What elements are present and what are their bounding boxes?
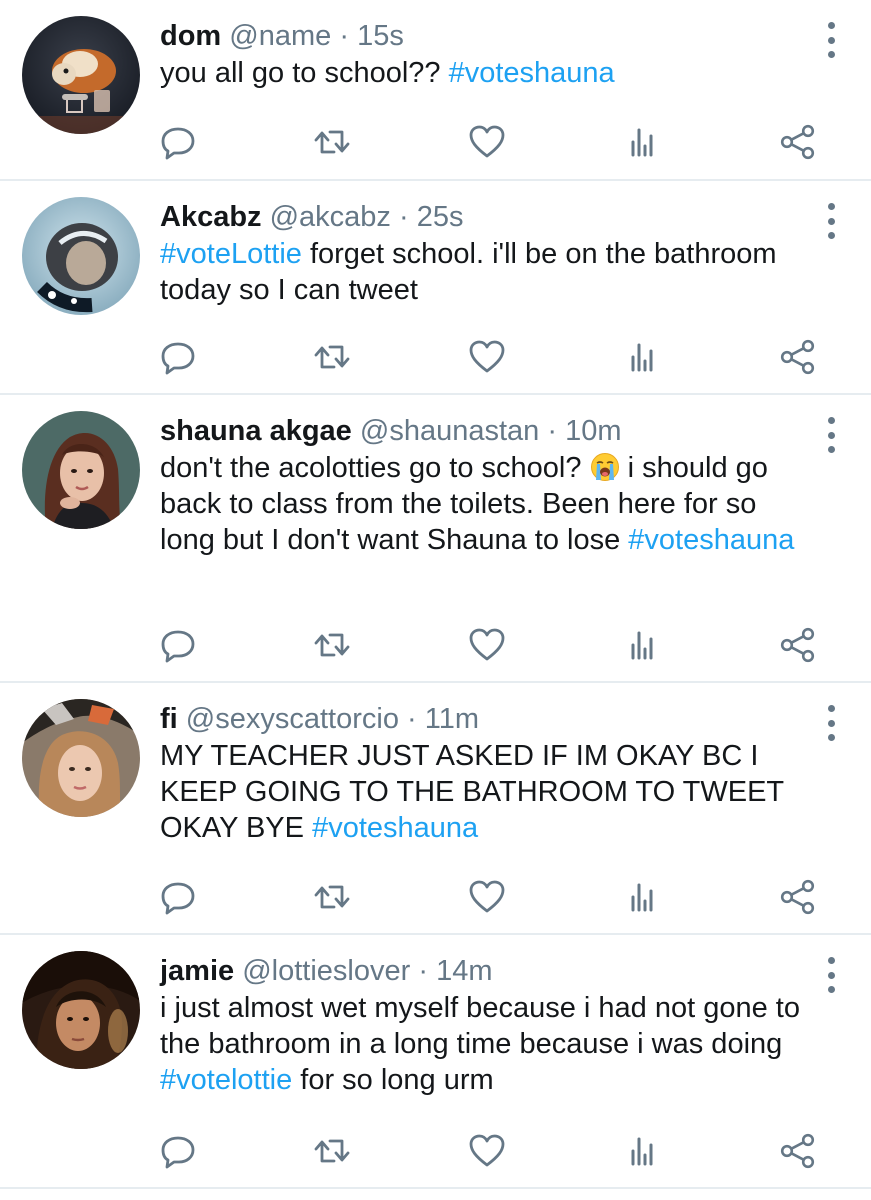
avatar[interactable] [22, 16, 140, 134]
text-segment: you all go to school?? [160, 57, 449, 89]
user-handle[interactable]: @sexyscattorcio [186, 703, 399, 735]
display-name[interactable]: Akcabz [160, 201, 262, 233]
hashtag-link[interactable]: #voteshauna [449, 57, 615, 89]
tweet-text: i just almost wet myself because i had n… [160, 990, 811, 1098]
analytics-icon[interactable] [622, 625, 662, 665]
reply-icon[interactable] [158, 877, 198, 917]
avatar[interactable] [22, 699, 140, 817]
tweet-header: shauna akgae @shaunastan · 10m [160, 413, 811, 449]
reply-icon[interactable] [158, 122, 198, 162]
share-icon[interactable] [778, 625, 818, 665]
display-name[interactable]: fi [160, 703, 178, 735]
display-name[interactable]: shauna akgae [160, 415, 352, 447]
like-icon[interactable] [467, 122, 507, 162]
separator: · [418, 955, 429, 987]
action-bar [0, 625, 871, 665]
tweet[interactable]: Akcabz @akcabz · 25s #voteLottie forget … [0, 181, 871, 395]
retweet-icon[interactable] [312, 337, 352, 377]
tweet[interactable]: dom @name · 15s you all go to school?? #… [0, 0, 871, 181]
share-icon[interactable] [778, 122, 818, 162]
like-icon[interactable] [467, 1131, 507, 1171]
tweet-text: #voteLottie forget school. i'll be on th… [160, 236, 811, 308]
analytics-icon[interactable] [622, 122, 662, 162]
more-vertical-icon[interactable] [821, 203, 841, 239]
tweet-text: MY TEACHER JUST ASKED IF IM OKAY BC I KE… [160, 738, 811, 846]
separator: · [407, 703, 417, 735]
separator: · [547, 415, 558, 447]
tweet-content: Akcabz @akcabz · 25s #voteLottie forget … [160, 199, 811, 308]
timestamp[interactable]: 15s [357, 20, 404, 52]
tweet-text: don't the acolotties go to school? i sho… [160, 450, 811, 558]
analytics-icon[interactable] [622, 337, 662, 377]
separator: · [339, 20, 349, 52]
user-handle[interactable]: @akcabz [270, 201, 391, 233]
retweet-icon[interactable] [312, 625, 352, 665]
timestamp[interactable]: 14m [436, 955, 492, 987]
reply-icon[interactable] [158, 1131, 198, 1171]
action-bar [0, 122, 871, 162]
like-icon[interactable] [467, 337, 507, 377]
user-handle[interactable]: @shaunastan [360, 415, 539, 447]
display-name[interactable]: dom [160, 20, 221, 52]
user-handle[interactable]: @lottieslover [242, 955, 410, 987]
more-vertical-icon[interactable] [821, 22, 841, 58]
share-icon[interactable] [778, 877, 818, 917]
tweet-header: fi @sexyscattorcio · 11m [160, 701, 811, 737]
tweet-content: shauna akgae @shaunastan · 10m don't the… [160, 413, 811, 558]
timestamp[interactable]: 11m [425, 703, 479, 735]
avatar[interactable] [22, 411, 140, 529]
tweet-content: dom @name · 15s you all go to school?? #… [160, 18, 811, 91]
tweet-header: Akcabz @akcabz · 25s [160, 199, 811, 235]
action-bar [0, 877, 871, 917]
timestamp[interactable]: 10m [565, 415, 621, 447]
retweet-icon[interactable] [312, 122, 352, 162]
tweet[interactable]: shauna akgae @shaunastan · 10m don't the… [0, 395, 871, 683]
timestamp[interactable]: 25s [417, 201, 464, 233]
separator: · [399, 201, 409, 233]
text-segment: i just almost wet myself because i had n… [160, 992, 800, 1060]
retweet-icon[interactable] [312, 877, 352, 917]
hashtag-link[interactable]: #voteshauna [628, 524, 794, 556]
user-handle[interactable]: @name [229, 20, 331, 52]
text-segment: don't the acolotties go to school? [160, 452, 590, 484]
more-vertical-icon[interactable] [821, 417, 841, 453]
more-vertical-icon[interactable] [821, 705, 841, 741]
avatar[interactable] [22, 951, 140, 1069]
tweet-feed: dom @name · 15s you all go to school?? #… [0, 0, 871, 1200]
display-name[interactable]: jamie [160, 955, 234, 987]
avatar[interactable] [22, 197, 140, 315]
reply-icon[interactable] [158, 337, 198, 377]
reply-icon[interactable] [158, 625, 198, 665]
analytics-icon[interactable] [622, 877, 662, 917]
like-icon[interactable] [467, 877, 507, 917]
share-icon[interactable] [778, 337, 818, 377]
retweet-icon[interactable] [312, 1131, 352, 1171]
tweet-header: dom @name · 15s [160, 18, 811, 54]
tweet-content: fi @sexyscattorcio · 11m MY TEACHER JUST… [160, 701, 811, 846]
tweet[interactable]: jamie @lottieslover · 14m i just almost … [0, 935, 871, 1189]
tweet-header: jamie @lottieslover · 14m [160, 953, 811, 989]
more-vertical-icon[interactable] [821, 957, 841, 993]
share-icon[interactable] [778, 1131, 818, 1171]
hashtag-link[interactable]: #voteLottie [160, 238, 302, 270]
loudly-crying-face-emoji [590, 452, 620, 482]
action-bar [0, 1131, 871, 1171]
hashtag-link[interactable]: #voteshauna [312, 812, 478, 844]
analytics-icon[interactable] [622, 1131, 662, 1171]
action-bar [0, 337, 871, 377]
tweet[interactable]: fi @sexyscattorcio · 11m MY TEACHER JUST… [0, 683, 871, 935]
like-icon[interactable] [467, 625, 507, 665]
tweet-content: jamie @lottieslover · 14m i just almost … [160, 953, 811, 1098]
text-segment: for so long urm [292, 1064, 494, 1096]
hashtag-link[interactable]: #votelottie [160, 1064, 292, 1096]
tweet-text: you all go to school?? #voteshauna [160, 55, 811, 91]
